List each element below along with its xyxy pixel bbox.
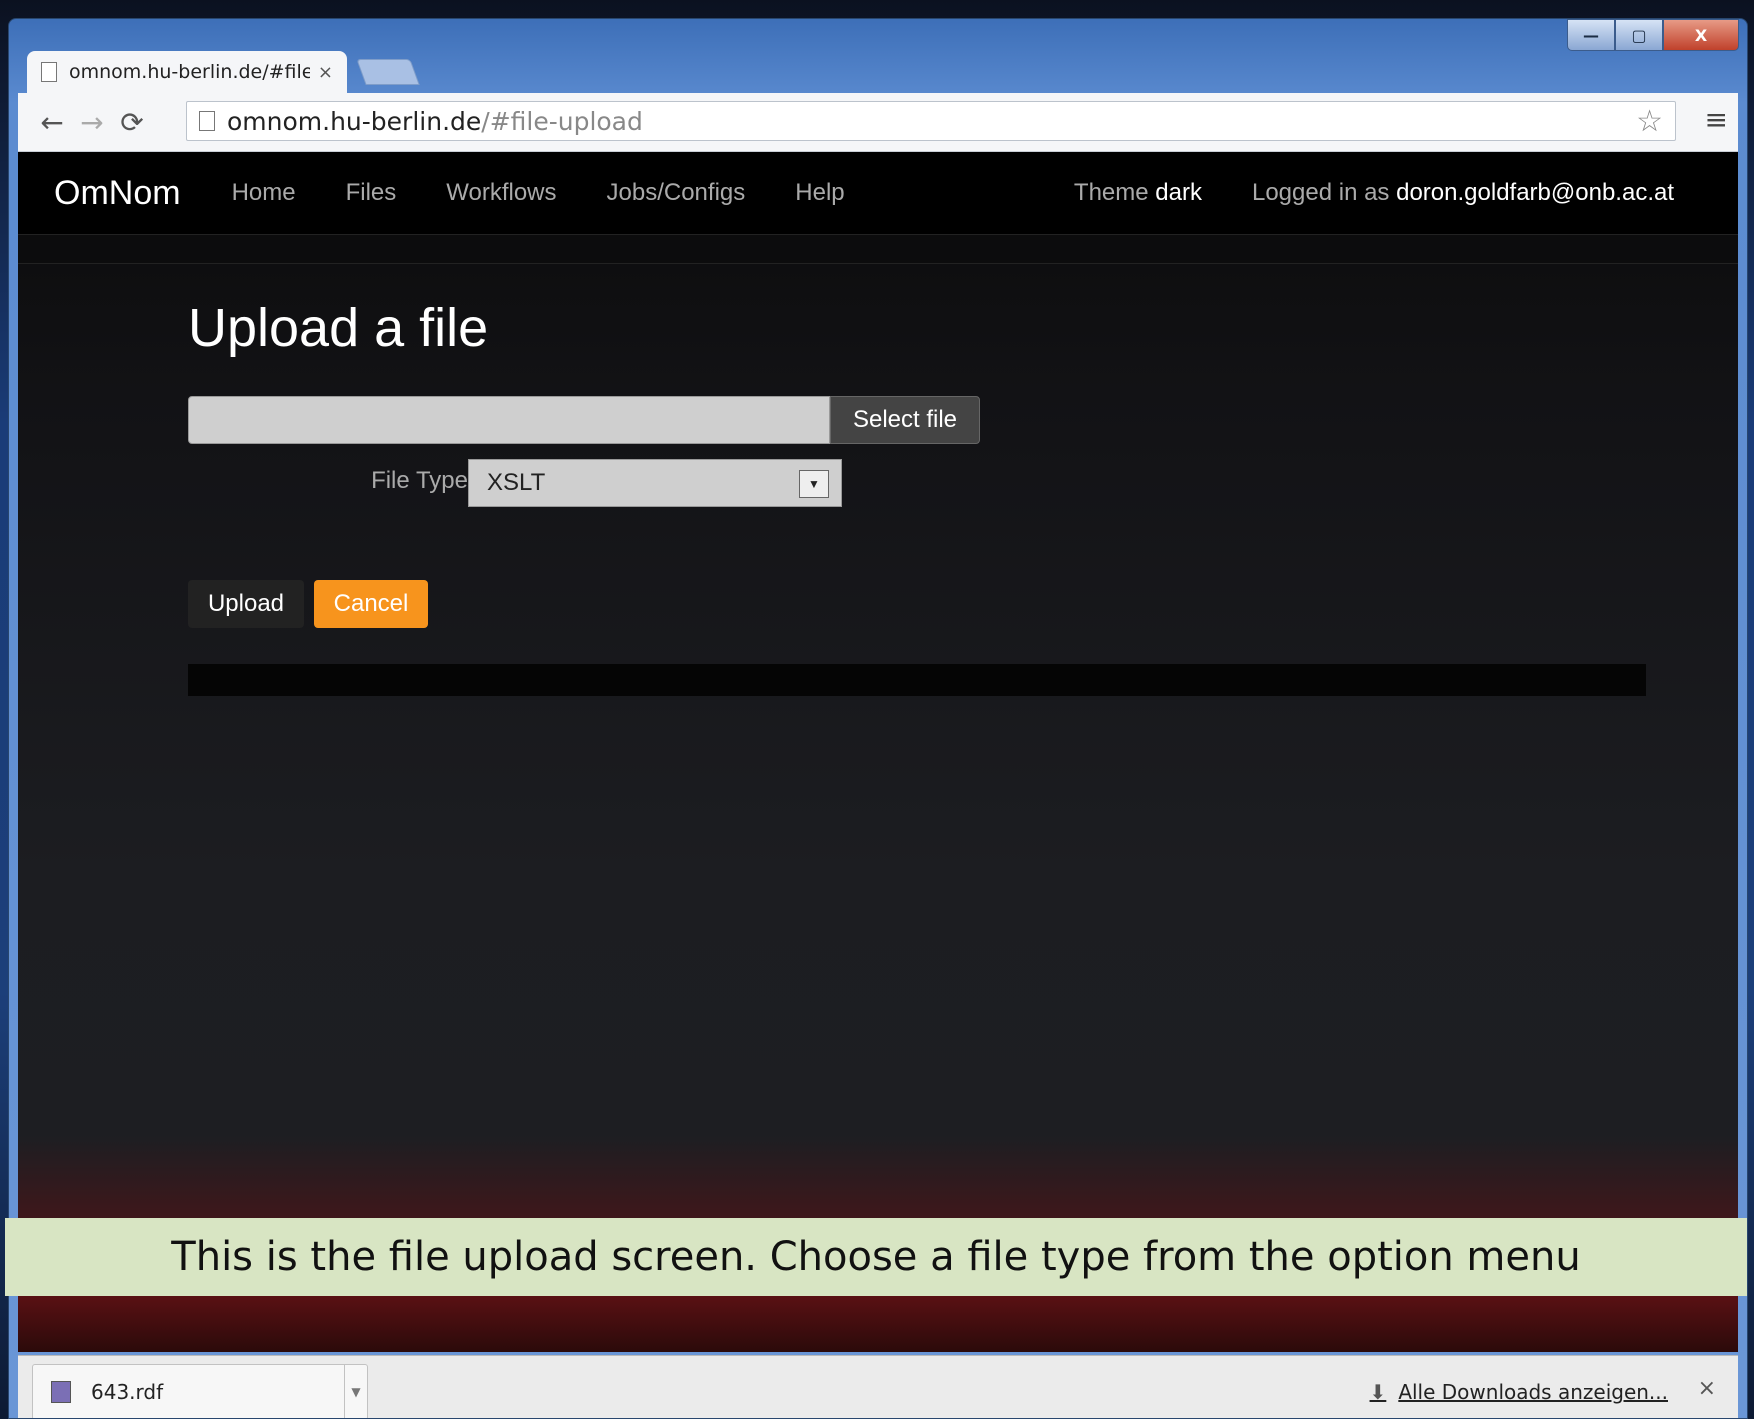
select-file-button[interactable]: Select file <box>830 396 980 444</box>
back-arrow-icon[interactable]: ← <box>32 106 72 139</box>
brand-logo[interactable]: OmNom <box>54 174 181 213</box>
file-type-label: File Type <box>371 467 468 494</box>
download-item-name: 643.rdf <box>91 1380 164 1404</box>
user-email[interactable]: doron.goldfarb@onb.ac.at <box>1396 179 1674 206</box>
nav-link-workflows[interactable]: Workflows <box>446 179 556 207</box>
upload-button[interactable]: Upload <box>188 580 304 628</box>
navbar: OmNom Home Files Workflows Jobs/Configs … <box>18 152 1738 235</box>
menu-icon[interactable]: ≡ <box>1705 103 1728 136</box>
logged-in-label: Logged in as <box>1251 179 1390 206</box>
maximize-button[interactable]: ▢ <box>1615 19 1663 51</box>
window-close-button[interactable]: X <box>1663 19 1739 51</box>
nav-link-home[interactable]: Home <box>232 179 296 207</box>
browser-tab[interactable]: omnom.hu-berlin.de/#file-upload × <box>27 51 347 93</box>
tutorial-caption: This is the file upload screen. Choose a… <box>5 1218 1747 1296</box>
dropdown-arrow-icon[interactable]: ▼ <box>799 470 829 498</box>
nav-link-files[interactable]: Files <box>346 179 397 207</box>
show-all-downloads-link[interactable]: ⬇ Alle Downloads anzeigen... <box>1370 1380 1668 1404</box>
subnav-bar <box>18 235 1738 264</box>
minimize-button[interactable]: — <box>1567 19 1615 51</box>
address-bar[interactable]: omnom.hu-berlin.de/#file-upload ☆ <box>186 101 1676 141</box>
page-title: Upload a file <box>188 298 489 358</box>
file-icon <box>51 1381 71 1403</box>
nav-link-jobs-configs[interactable]: Jobs/Configs <box>607 179 746 207</box>
upload-progress-area <box>188 664 1646 696</box>
download-arrow-icon: ⬇ <box>1369 1380 1387 1404</box>
file-type-value: XSLT <box>487 469 546 496</box>
navbar-right: Theme dark Logged in as doron.goldfarb@o… <box>1074 152 1674 234</box>
user-info: Logged in as doron.goldfarb@onb.ac.at <box>1252 179 1674 207</box>
show-all-downloads-label: Alle Downloads anzeigen... <box>1398 1380 1668 1404</box>
tab-close-icon[interactable]: × <box>318 62 333 83</box>
new-tab-button[interactable] <box>356 59 420 85</box>
cancel-button[interactable]: Cancel <box>314 580 428 628</box>
url-path: /#file-upload <box>481 106 643 136</box>
close-icon[interactable]: × <box>1698 1376 1716 1401</box>
window-controls: — ▢ X <box>1567 19 1739 51</box>
url-host: omnom.hu-berlin.de <box>227 106 482 136</box>
download-shelf: 643.rdf ▼ ⬇ Alle Downloads anzeigen... × <box>18 1355 1738 1418</box>
reload-icon[interactable]: ⟳ <box>112 106 152 139</box>
theme-value: dark <box>1155 179 1202 206</box>
forward-arrow-icon[interactable]: → <box>72 106 112 139</box>
nav-link-help[interactable]: Help <box>795 179 844 207</box>
browser-window: — ▢ X omnom.hu-berlin.de/#file-upload × … <box>8 18 1748 1419</box>
page-icon <box>41 62 57 82</box>
theme-toggle[interactable]: Theme dark <box>1074 179 1202 207</box>
download-menu-caret-icon[interactable]: ▼ <box>344 1365 367 1418</box>
tab-title: omnom.hu-berlin.de/#file-upload <box>69 61 310 83</box>
download-item[interactable]: 643.rdf ▼ <box>32 1364 368 1418</box>
browser-toolbar: ← → ⟳ omnom.hu-berlin.de/#file-upload ☆ … <box>18 93 1738 152</box>
web-page: OmNom Home Files Workflows Jobs/Configs … <box>18 152 1738 1352</box>
page-icon <box>199 111 215 131</box>
theme-label: Theme <box>1073 179 1149 206</box>
file-path-input[interactable] <box>188 396 830 444</box>
star-icon[interactable]: ☆ <box>1636 104 1663 139</box>
file-type-select[interactable]: XSLT ▼ <box>468 459 842 507</box>
